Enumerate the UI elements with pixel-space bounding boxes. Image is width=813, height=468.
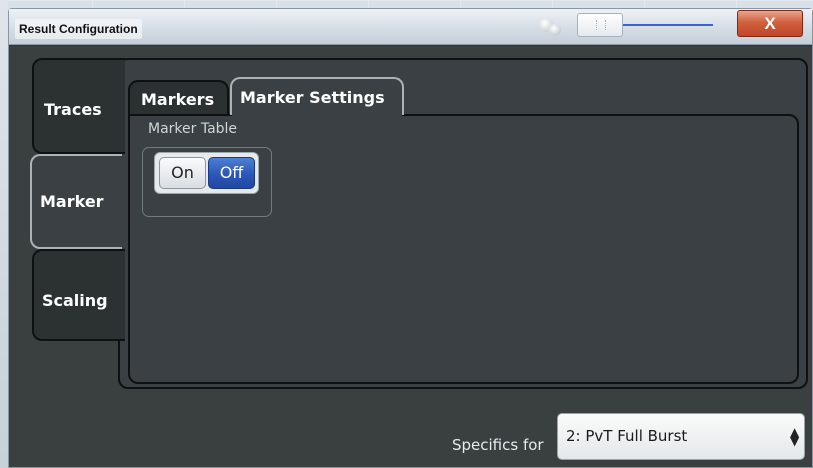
window-edge [0, 0, 8, 468]
tab-marker-label: Marker [40, 192, 104, 211]
tab-scaling[interactable]: Scaling [32, 249, 125, 341]
title-bar[interactable]: Result Configuration X [9, 9, 812, 45]
specifics-for-value: 2: PvT Full Burst [566, 427, 688, 445]
tab-marker-join [120, 156, 124, 247]
dialog-title: Result Configuration [15, 19, 142, 39]
tab-scaling-label: Scaling [42, 291, 108, 310]
tab-markers[interactable]: Markers [128, 80, 229, 114]
tab-marker-settings-label: Marker Settings [240, 88, 385, 107]
tab-marker[interactable]: Marker [30, 154, 122, 249]
tab-marker-settings-join [232, 113, 402, 117]
tab-traces[interactable]: Traces [32, 58, 125, 154]
dialog-body: Traces Marker Scaling Markers Marker Set… [9, 46, 812, 467]
transparency-slider-track[interactable] [623, 24, 713, 26]
close-button[interactable]: X [737, 10, 803, 37]
tab-marker-settings[interactable]: Marker Settings [230, 77, 404, 115]
marker-table-on-button[interactable]: On [159, 157, 206, 189]
specifics-for-label: Specifics for [452, 436, 544, 454]
transparency-circle-small-icon [549, 24, 561, 36]
marker-table-off-button[interactable]: Off [208, 157, 255, 189]
transparency-icon [539, 14, 569, 40]
tab-traces-label: Traces [44, 100, 102, 119]
marker-table-toggle[interactable]: On Off [154, 152, 259, 194]
tab-markers-label: Markers [141, 90, 215, 109]
marker-table-label: Marker Table [148, 121, 238, 137]
transparency-slider-thumb[interactable] [577, 13, 623, 37]
updown-arrows-icon: ▲ ▼ [790, 425, 800, 448]
result-configuration-dialog: Result Configuration X Traces Marker Sca… [8, 8, 813, 468]
specifics-for-select[interactable]: 2: PvT Full Burst ▲ ▼ [557, 413, 805, 460]
